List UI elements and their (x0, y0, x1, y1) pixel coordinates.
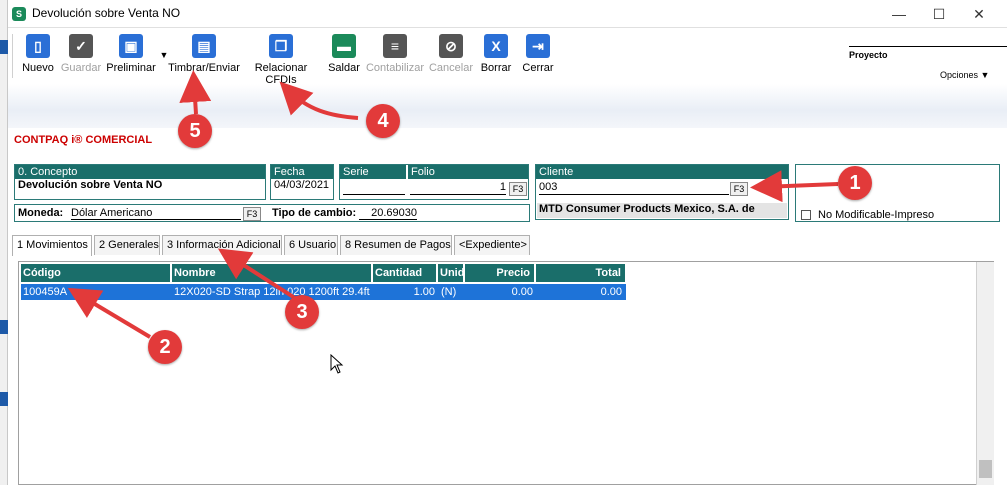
no-modificable-checkbox[interactable] (801, 210, 811, 220)
maximize-button[interactable]: ☐ (919, 3, 959, 25)
accounting-icon: ≡ (383, 34, 407, 58)
fecha-box: Fecha 04/03/2021 (270, 164, 334, 200)
nuevo-label: Nuevo (22, 62, 54, 74)
folio-label: Folio (408, 165, 528, 179)
tab-usuario[interactable]: 6 Usuario (284, 235, 338, 255)
folio-field[interactable]: 1 (410, 181, 506, 195)
cerrar-button[interactable]: ⇥ Cerrar (518, 34, 558, 82)
checkmark-icon: ✓ (69, 34, 93, 58)
mouse-cursor-icon (330, 354, 344, 374)
cell-cantidad[interactable]: 1.00 (373, 284, 435, 300)
serie-label: Serie (340, 165, 406, 179)
relacionar-cfdis-label: Relacionar CFDIs (254, 62, 308, 86)
column-header-codigo[interactable]: Código (21, 264, 171, 282)
grid-scrollbar[interactable] (976, 262, 994, 485)
close-button[interactable]: ✕ (959, 3, 999, 25)
table-row[interactable]: 100459A 12X020-SD Strap 12in 020 1200ft … (21, 284, 626, 300)
concepto-box: 0. Concepto Devolución sobre Venta NO (14, 164, 266, 200)
timbrar-enviar-label: Timbrar/Enviar (168, 62, 240, 74)
cliente-name: MTD Consumer Products Mexico, S.A. de (537, 203, 787, 218)
delete-icon: X (484, 34, 508, 58)
new-document-icon: ▯ (26, 34, 50, 58)
borrar-button[interactable]: X Borrar (476, 34, 516, 82)
column-header-cantidad[interactable]: Cantidad (373, 264, 437, 282)
annotation-badge-2: 2 (148, 330, 182, 364)
fecha-field[interactable]: 04/03/2021 (271, 179, 333, 191)
cell-unidad[interactable]: (N) (441, 284, 465, 300)
guardar-label: Guardar (60, 62, 102, 74)
tab-generales[interactable]: 2 Generales (94, 235, 160, 255)
title-bar: S Devolución sobre Venta NO — ☐ ✕ (8, 0, 1007, 28)
serie-folio-box: Serie Folio 1 F3 (339, 164, 529, 200)
saldar-label: Saldar (328, 62, 360, 74)
stamp-send-icon: ▤ (192, 34, 216, 58)
moneda-f3-button[interactable]: F3 (243, 207, 261, 221)
exit-icon: ⇥ (526, 34, 550, 58)
movements-grid[interactable]: Código Nombre Cantidad Unid Precio Total… (18, 261, 994, 485)
annotation-badge-1: 1 (838, 166, 872, 200)
relate-documents-icon: ❐ (269, 34, 293, 58)
brand-label: CONTPAQ i® COMERCIAL (14, 134, 153, 146)
cliente-field[interactable]: 003 (539, 181, 729, 195)
tab-movimientos[interactable]: 1 Movimientos (12, 235, 92, 256)
cancel-icon: ⊘ (439, 34, 463, 58)
contabilizar-button[interactable]: ≡ Contabilizar (364, 34, 426, 82)
cerrar-label: Cerrar (522, 62, 554, 74)
left-window-edge (0, 0, 8, 485)
concepto-value[interactable]: Devolución sobre Venta NO (15, 179, 265, 191)
opciones-menu[interactable]: Opciones ▼ (940, 70, 989, 80)
preliminar-label: Preliminar (106, 62, 156, 74)
annotation-badge-3: 3 (285, 295, 319, 329)
moneda-label: Moneda: (18, 207, 64, 219)
tipo-cambio-field[interactable]: 20.69030 (359, 207, 417, 220)
tab-expediente[interactable]: <Expediente> (454, 235, 530, 255)
borrar-label: Borrar (480, 62, 512, 74)
serie-field[interactable] (343, 181, 405, 195)
toolbar: ▯ Nuevo ✓ Guardar ▣ Preliminar ▼ ▤ Timbr… (8, 28, 1007, 86)
tipo-cambio-label: Tipo de cambio: (272, 207, 357, 219)
scrollbar-thumb[interactable] (979, 460, 992, 478)
column-header-total[interactable]: Total (536, 264, 626, 282)
window-title: Devolución sobre Venta NO (32, 6, 181, 20)
annotation-badge-5: 5 (178, 114, 212, 148)
moneda-box: Moneda: Dólar Americano F3 Tipo de cambi… (14, 204, 530, 222)
cancelar-label: Cancelar (428, 62, 474, 74)
column-header-precio[interactable]: Precio (465, 264, 535, 282)
column-header-unidad[interactable]: Unid (438, 264, 464, 282)
guardar-button[interactable]: ✓ Guardar (58, 34, 104, 82)
tab-resumen-pagos[interactable]: 8 Resumen de Pagos (340, 235, 452, 255)
toolbar-separator (12, 34, 13, 78)
saldar-button[interactable]: ▬ Saldar (326, 34, 362, 82)
minimize-button[interactable]: — (879, 3, 919, 25)
cliente-f3-button[interactable]: F3 (730, 182, 748, 196)
preliminar-button[interactable]: ▣ Preliminar (106, 34, 156, 82)
banner (8, 84, 1007, 128)
cell-codigo[interactable]: 100459A (23, 284, 171, 300)
nuevo-button[interactable]: ▯ Nuevo (20, 34, 56, 82)
cell-precio[interactable]: 0.00 (465, 284, 533, 300)
cliente-label: Cliente (536, 165, 788, 179)
relacionar-cfdis-button[interactable]: ❐ Relacionar CFDIs (238, 34, 324, 86)
no-modificable-label: No Modificable-Impreso (818, 209, 935, 221)
no-modificable-box: No Modificable-Impreso (795, 164, 1000, 222)
proyecto-field[interactable]: Proyecto (849, 46, 1007, 60)
cell-nombre[interactable]: 12X020-SD Strap 12in 020 1200ft 29.4ft ( (174, 284, 372, 300)
column-header-nombre[interactable]: Nombre (172, 264, 372, 282)
cell-total[interactable]: 0.00 (536, 284, 622, 300)
fecha-label: Fecha (271, 165, 333, 179)
cancelar-button[interactable]: ⊘ Cancelar (428, 34, 474, 82)
moneda-field[interactable]: Dólar Americano (71, 207, 241, 220)
settle-icon: ▬ (332, 34, 356, 58)
annotation-badge-4: 4 (366, 104, 400, 138)
folio-f3-button[interactable]: F3 (509, 182, 527, 196)
app-icon: S (12, 7, 26, 21)
timbrar-enviar-button[interactable]: ▤ Timbrar/Enviar (168, 34, 240, 82)
cliente-box: Cliente 003 F3 MTD Consumer Products Mex… (535, 164, 789, 220)
preview-icon: ▣ (119, 34, 143, 58)
contabilizar-label: Contabilizar (365, 62, 425, 74)
tab-informacion-adicional[interactable]: 3 Información Adicional (162, 235, 282, 255)
concepto-label: 0. Concepto (15, 165, 265, 179)
